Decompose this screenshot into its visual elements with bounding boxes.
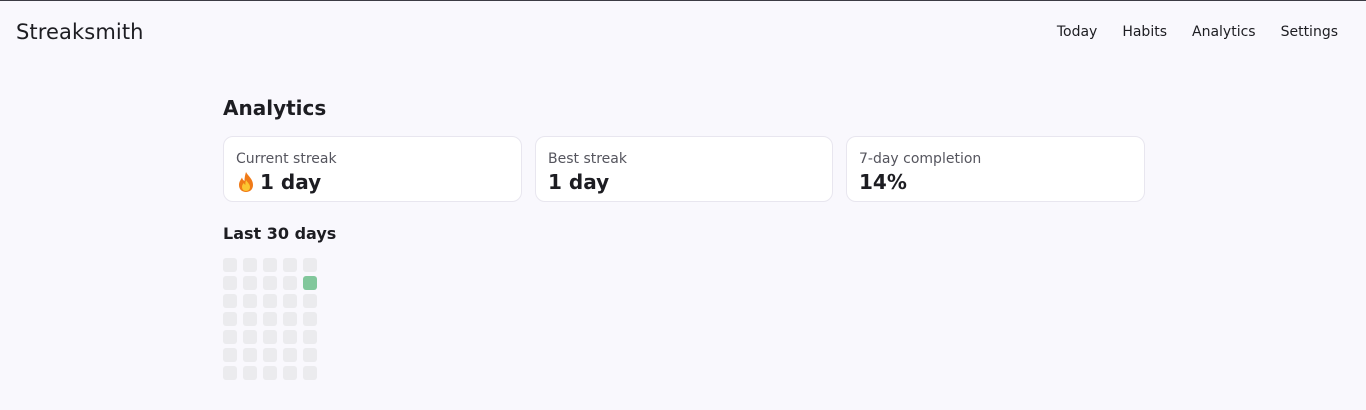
activity-heatmap bbox=[223, 258, 317, 380]
heatmap-cell bbox=[243, 312, 257, 326]
heatmap-cell bbox=[243, 294, 257, 308]
heatmap-title: Last 30 days bbox=[223, 224, 337, 243]
stat-value-row: 1 day bbox=[236, 170, 509, 194]
heatmap-cell bbox=[263, 312, 277, 326]
stat-cards: Current streak 1 day Best streak 1 day 7… bbox=[223, 136, 1145, 202]
stat-label: Current streak bbox=[236, 151, 337, 167]
heatmap-cell bbox=[223, 294, 237, 308]
page-title: Analytics bbox=[223, 96, 327, 120]
heatmap-cell bbox=[223, 258, 237, 272]
heatmap-cell bbox=[283, 366, 297, 380]
heatmap-cell bbox=[283, 294, 297, 308]
stat-value: 14% bbox=[859, 170, 907, 194]
heatmap-cell bbox=[263, 294, 277, 308]
heatmap-cell bbox=[243, 348, 257, 362]
heatmap-cell bbox=[263, 366, 277, 380]
heatmap-cell bbox=[223, 312, 237, 326]
stat-card-best-streak: Best streak 1 day bbox=[535, 136, 833, 202]
heatmap-cell bbox=[283, 348, 297, 362]
heatmap-cell bbox=[243, 366, 257, 380]
heatmap-cell bbox=[243, 330, 257, 344]
heatmap-cell bbox=[303, 258, 317, 272]
heatmap-cell bbox=[263, 276, 277, 290]
flame-icon bbox=[236, 171, 256, 193]
stat-label: Best streak bbox=[548, 151, 627, 167]
stat-card-7-day-completion: 7-day completion 14% bbox=[846, 136, 1145, 202]
heatmap-cell bbox=[223, 330, 237, 344]
heatmap-cell-done bbox=[303, 276, 317, 290]
heatmap-cell bbox=[283, 312, 297, 326]
window-top-border bbox=[0, 0, 1366, 1]
stat-card-current-streak: Current streak 1 day bbox=[223, 136, 522, 202]
heatmap-cell bbox=[303, 330, 317, 344]
stat-label: 7-day completion bbox=[859, 151, 982, 167]
stat-value: 1 day bbox=[548, 170, 610, 194]
heatmap-cell bbox=[223, 366, 237, 380]
heatmap-cell bbox=[263, 348, 277, 362]
heatmap-cell bbox=[303, 312, 317, 326]
nav-habits[interactable]: Habits bbox=[1122, 24, 1167, 40]
top-nav: Today Habits Analytics Settings bbox=[1057, 24, 1338, 40]
heatmap-cell bbox=[303, 294, 317, 308]
heatmap-cell bbox=[283, 276, 297, 290]
heatmap-cell bbox=[303, 366, 317, 380]
stat-value: 1 day bbox=[260, 170, 322, 194]
app-brand[interactable]: Streaksmith bbox=[16, 20, 144, 44]
heatmap-cell bbox=[223, 348, 237, 362]
nav-settings[interactable]: Settings bbox=[1281, 24, 1338, 40]
heatmap-cell bbox=[303, 348, 317, 362]
heatmap-cell bbox=[283, 330, 297, 344]
heatmap-cell bbox=[283, 258, 297, 272]
heatmap-cell bbox=[243, 258, 257, 272]
heatmap-cell bbox=[263, 258, 277, 272]
nav-analytics[interactable]: Analytics bbox=[1192, 24, 1256, 40]
heatmap-cell bbox=[243, 276, 257, 290]
heatmap-cell bbox=[263, 330, 277, 344]
heatmap-cell bbox=[223, 276, 237, 290]
nav-today[interactable]: Today bbox=[1057, 24, 1098, 40]
